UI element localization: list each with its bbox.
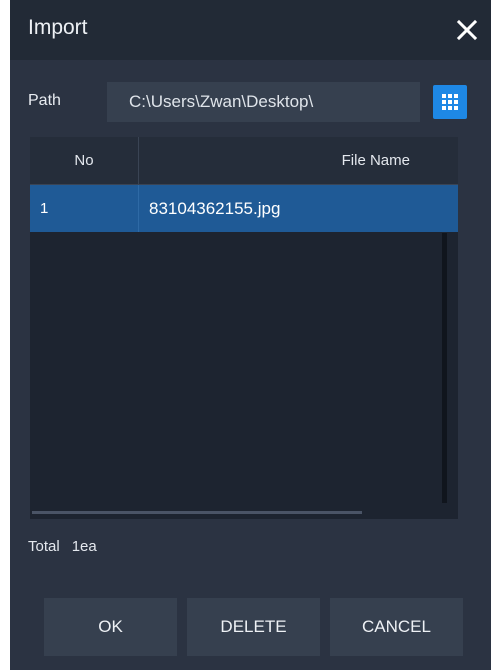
path-input[interactable] [107,82,420,122]
total-value: 1ea [71,538,97,555]
column-header-no[interactable]: No [30,137,139,185]
dialog-title: Import [28,16,88,39]
import-dialog: Import Path No File Name 1 [10,0,491,670]
vertical-scrollbar[interactable] [442,233,447,503]
file-grid: No File Name 1 83104362155.jpg [30,137,458,519]
cancel-button[interactable]: CANCEL [330,598,463,656]
close-button[interactable] [453,16,481,44]
cell-no: 1 [30,185,139,232]
delete-button[interactable]: DELETE [187,598,320,656]
close-icon [456,19,478,41]
total-label: Total [28,538,60,555]
browse-button[interactable] [433,85,467,119]
title-bar: Import [10,0,491,60]
cell-file-name: 83104362155.jpg [149,199,281,218]
grid-header: No File Name [30,137,458,185]
table-row[interactable]: 1 83104362155.jpg [30,185,458,232]
column-header-file-name[interactable]: File Name [139,137,458,185]
horizontal-scrollbar[interactable] [32,511,362,514]
ok-button[interactable]: OK [44,598,177,656]
path-label: Path [28,92,61,109]
grid-icon [442,94,458,110]
total-summary: Total 1ea [28,538,109,555]
